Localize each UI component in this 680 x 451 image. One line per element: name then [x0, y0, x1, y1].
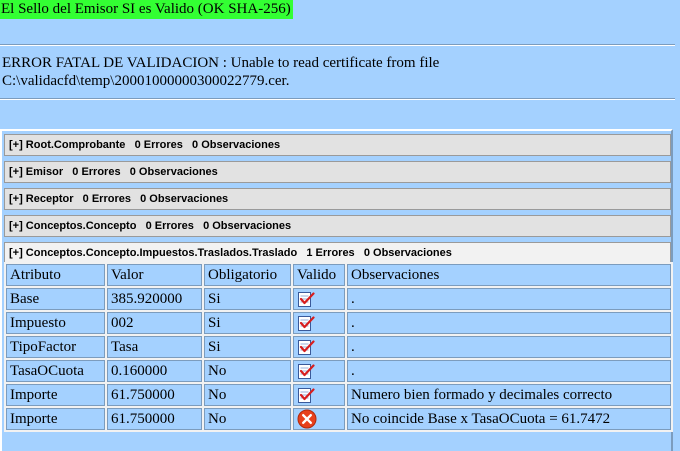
- cell-obligatorio: Si: [204, 312, 291, 334]
- traslado-attributes-table: Atributo Valor Obligatorio Valido Observ…: [4, 262, 673, 432]
- cell-valido: [293, 288, 345, 310]
- cell-atributo: Importe: [6, 408, 105, 430]
- table-row: Base 385.920000 Si .: [6, 288, 671, 310]
- cell-atributo: TipoFactor: [6, 336, 105, 358]
- cell-observaciones: Numero bien formado y decimales correcto: [347, 384, 671, 406]
- cell-obligatorio: No: [204, 408, 291, 430]
- header-atributo: Atributo: [6, 264, 105, 286]
- valid-check-icon: [298, 388, 315, 403]
- fatal-error-message: ERROR FATAL DE VALIDACION : Unable to re…: [2, 54, 439, 90]
- section-traslado[interactable]: [+] Conceptos.Concepto.Impuestos.Traslad…: [4, 242, 671, 264]
- cell-observaciones: .: [347, 360, 671, 382]
- section-root-comprobante[interactable]: [+] Root.Comprobante 0 Errores 0 Observa…: [4, 134, 671, 156]
- cell-valor: 61.750000: [107, 408, 202, 430]
- header-obligatorio: Obligatorio: [204, 264, 291, 286]
- cell-obligatorio: No: [204, 360, 291, 382]
- cell-atributo: Impuesto: [6, 312, 105, 334]
- cell-obligatorio: Si: [204, 336, 291, 358]
- table-row: Importe 61.750000 No Numero bien formado…: [6, 384, 671, 406]
- signature-status-banner: El Sello del Emisor SI es Valido (OK SHA…: [0, 0, 293, 19]
- header-valido: Valido: [293, 264, 345, 286]
- cell-atributo: Base: [6, 288, 105, 310]
- cell-obligatorio: Si: [204, 288, 291, 310]
- divider-top: [0, 44, 675, 46]
- fatal-error-line-1: ERROR FATAL DE VALIDACION : Unable to re…: [2, 55, 440, 71]
- cell-atributo: Importe: [6, 384, 105, 406]
- cell-atributo: TasaOCuota: [6, 360, 105, 382]
- cell-valido: [293, 336, 345, 358]
- valid-check-icon: [298, 364, 315, 379]
- cell-valor: 385.920000: [107, 288, 202, 310]
- header-valor: Valor: [107, 264, 202, 286]
- divider-bottom: [0, 98, 675, 100]
- table-row: Importe 61.750000 No No coincide Base x …: [6, 408, 671, 430]
- cell-valor: 0.160000: [107, 360, 202, 382]
- fatal-error-line-2: C:\validacfd\temp\20001000000300022779.c…: [2, 73, 290, 89]
- section-receptor[interactable]: [+] Receptor 0 Errores 0 Observaciones: [4, 188, 671, 210]
- valid-check-icon: [298, 292, 315, 307]
- section-emisor[interactable]: [+] Emisor 0 Errores 0 Observaciones: [4, 161, 671, 183]
- cell-valor: 61.750000: [107, 384, 202, 406]
- table-row: TasaOCuota 0.160000 No .: [6, 360, 671, 382]
- table-row: Impuesto 002 Si .: [6, 312, 671, 334]
- table-header-row: Atributo Valor Obligatorio Valido Observ…: [6, 264, 671, 286]
- header-observaciones: Observaciones: [347, 264, 671, 286]
- cell-valido: [293, 384, 345, 406]
- cell-valido: [293, 312, 345, 334]
- cell-valido: [293, 408, 345, 430]
- cell-observaciones: .: [347, 288, 671, 310]
- table-row: TipoFactor Tasa Si .: [6, 336, 671, 358]
- section-conceptos-concepto[interactable]: [+] Conceptos.Concepto 0 Errores 0 Obser…: [4, 215, 671, 237]
- cell-observaciones: .: [347, 312, 671, 334]
- cell-observaciones: .: [347, 336, 671, 358]
- cell-obligatorio: No: [204, 384, 291, 406]
- cell-valor: 002: [107, 312, 202, 334]
- invalid-error-icon: [297, 409, 317, 429]
- cell-observaciones: No coincide Base x TasaOCuota = 61.7472: [347, 408, 671, 430]
- valid-check-icon: [298, 340, 315, 355]
- cell-valor: Tasa: [107, 336, 202, 358]
- valid-check-icon: [298, 316, 315, 331]
- cell-valido: [293, 360, 345, 382]
